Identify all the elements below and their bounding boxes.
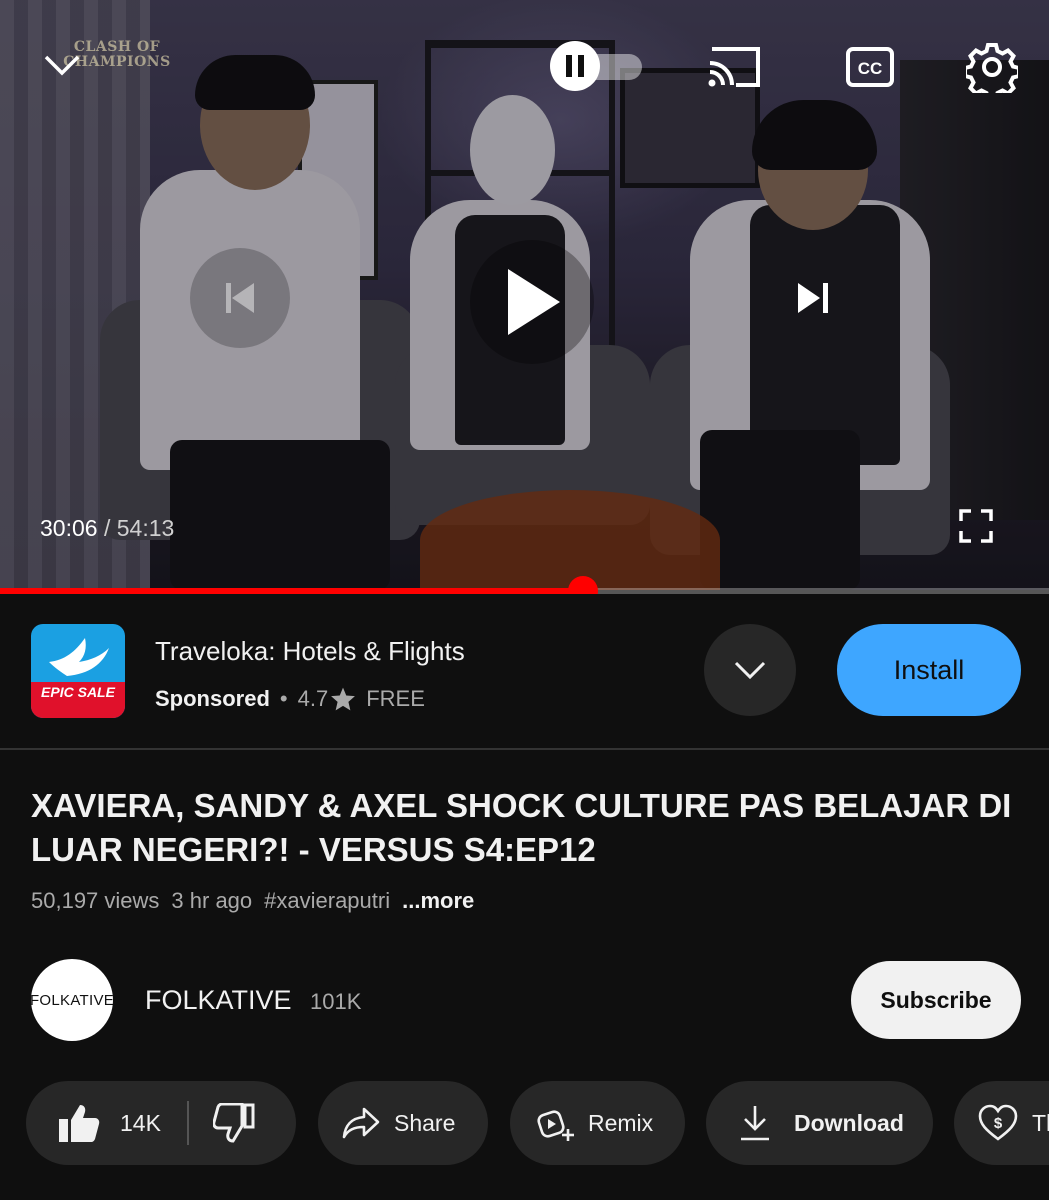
meta-dot: •	[279, 686, 288, 711]
captions-icon: CC	[846, 47, 894, 87]
sponsored-ad[interactable]: EPIC SALE Traveloka: Hotels & Flights Sp…	[0, 594, 1049, 748]
thumbs-down-icon	[212, 1103, 255, 1143]
more-link[interactable]: ...more	[402, 888, 474, 914]
ad-app-name[interactable]: Traveloka: Hotels & Flights	[155, 636, 465, 667]
share-label: Share	[394, 1109, 456, 1136]
chevron-down-icon	[734, 661, 766, 680]
share-icon	[342, 1107, 380, 1139]
autoplay-toggle[interactable]	[550, 41, 644, 91]
time-display: 30:06 / 54:13	[40, 515, 174, 542]
section-divider	[0, 748, 1049, 750]
svg-text:CC: CC	[858, 59, 883, 78]
traveloka-bird-icon	[49, 638, 109, 676]
like-separator	[186, 1101, 189, 1145]
cast-icon	[708, 47, 760, 87]
remix-label: Remix	[588, 1109, 654, 1136]
previous-icon	[226, 283, 254, 313]
fullscreen-button[interactable]	[956, 506, 996, 546]
ad-price: FREE	[366, 686, 425, 711]
like-count: 14K	[120, 1109, 161, 1136]
minimize-button[interactable]	[40, 44, 84, 84]
action-bar: 14K Share Remix Download $ T	[26, 1081, 1049, 1165]
sponsored-label: Sponsored	[155, 686, 270, 711]
pause-icon	[566, 55, 584, 77]
remix-button[interactable]: Remix	[510, 1081, 685, 1165]
star-icon	[331, 687, 356, 711]
chevron-down-icon	[44, 55, 80, 76]
video-meta[interactable]: 50,197 views 3 hr ago #xavieraputri ...m…	[31, 888, 474, 914]
download-label: Download	[794, 1109, 904, 1136]
ad-rating: 4.7	[297, 686, 329, 711]
upload-age: 3 hr ago	[171, 888, 253, 913]
like-button[interactable]: 14K	[26, 1103, 161, 1143]
install-button[interactable]: Install	[837, 624, 1021, 716]
fullscreen-icon	[959, 509, 993, 543]
ad-expand-button[interactable]	[704, 624, 796, 716]
video-title[interactable]: XAVIERA, SANDY & AXEL SHOCK CULTURE PAS …	[31, 784, 1021, 872]
ad-meta: Sponsored • 4.7 FREE	[155, 686, 425, 712]
epic-sale-badge: EPIC SALE	[31, 682, 125, 718]
thanks-label: Th	[1032, 1109, 1049, 1136]
captions-button[interactable]: CC	[845, 46, 895, 88]
download-icon	[741, 1106, 769, 1141]
thumbs-up-icon	[59, 1105, 100, 1142]
heart-dollar-icon: $	[978, 1104, 1018, 1141]
previous-button[interactable]	[190, 248, 290, 348]
svg-text:$: $	[994, 1115, 1003, 1132]
view-count: 50,197 views	[31, 888, 160, 913]
hashtag[interactable]: #xavieraputri	[264, 888, 390, 914]
settings-gear-icon	[966, 43, 1018, 93]
thanks-button[interactable]: $ Th	[954, 1081, 1049, 1165]
video-duration: 54:13	[116, 515, 175, 541]
remix-icon	[537, 1110, 574, 1141]
cast-button[interactable]	[706, 44, 762, 90]
current-time: 30:06	[40, 515, 98, 541]
time-separator: /	[97, 515, 117, 541]
channel-avatar[interactable]: FOLKATIVE	[30, 959, 114, 1041]
play-icon	[508, 269, 560, 335]
play-button[interactable]	[470, 240, 594, 364]
subscriber-count: 101K	[310, 989, 362, 1014]
channel-name[interactable]: FOLKATIVE	[145, 985, 292, 1016]
next-button[interactable]	[764, 248, 864, 348]
settings-button[interactable]	[965, 40, 1019, 94]
next-icon	[798, 283, 828, 313]
download-button[interactable]: Download	[706, 1081, 933, 1165]
subscribe-button[interactable]: Subscribe	[851, 961, 1021, 1039]
app-icon: EPIC SALE	[31, 624, 125, 718]
video-player[interactable]: CLASH OF CHAMPIONS CC 30:06 / 54:13	[0, 0, 1049, 590]
share-button[interactable]: Share	[318, 1081, 488, 1165]
like-dislike-group: 14K	[26, 1081, 296, 1165]
dislike-button[interactable]	[212, 1103, 255, 1143]
